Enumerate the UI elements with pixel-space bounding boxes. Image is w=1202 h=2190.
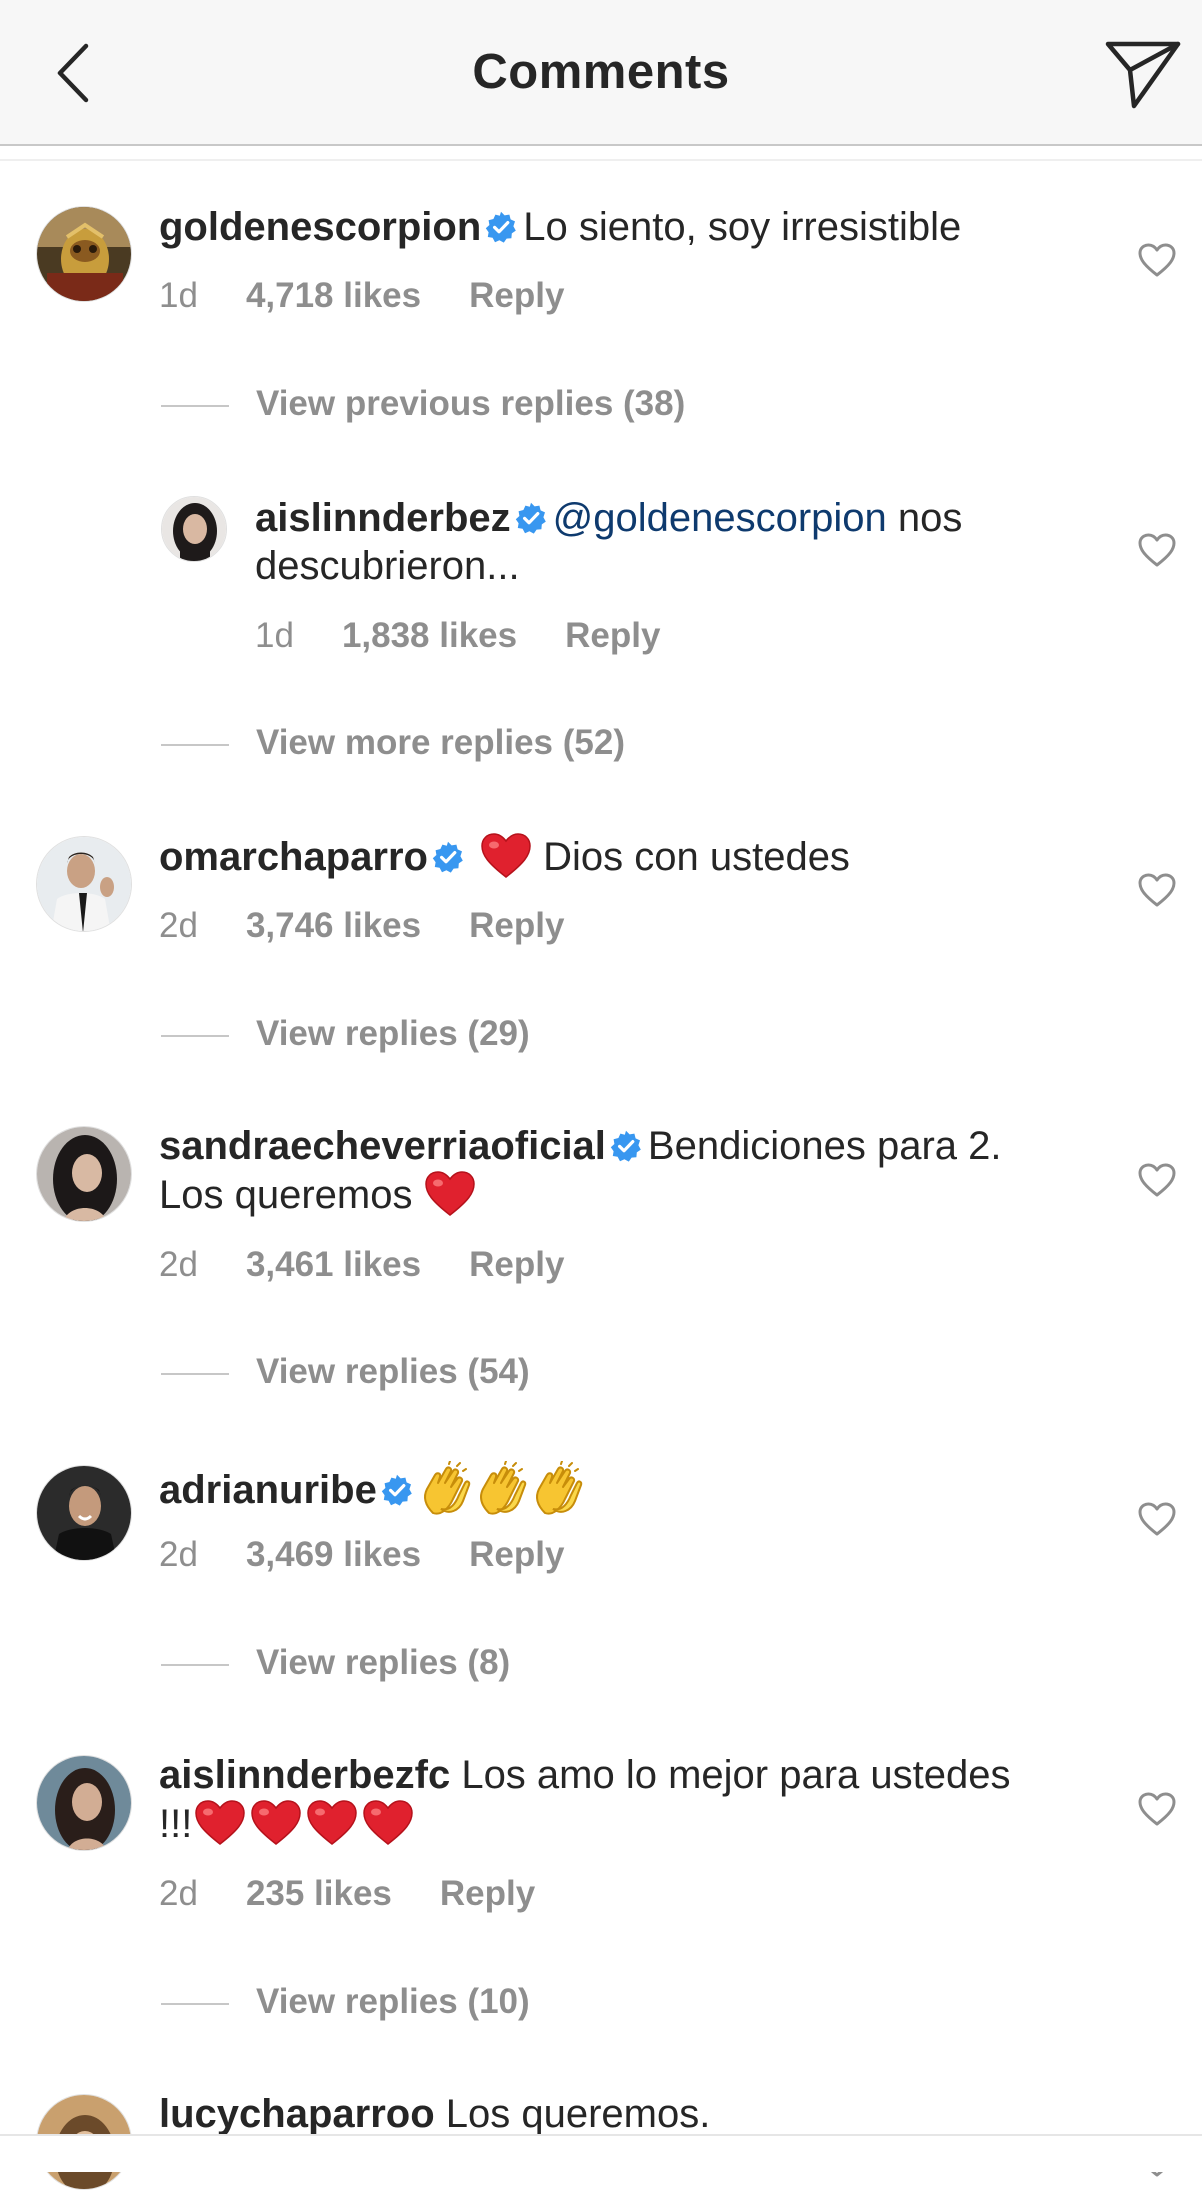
verified-badge-icon [610, 1130, 642, 1162]
replies-divider [161, 405, 229, 407]
reply-button[interactable]: Reply [440, 1874, 535, 1913]
comment-body: aislinnderbezfc Los amo lo mejor para us… [159, 1751, 1119, 1848]
bottom-edge [0, 2134, 1202, 2172]
comment-body: lucychaparroo Los queremos. [159, 2090, 1119, 2138]
replies-divider [161, 744, 229, 746]
comment-meta: 2d 3,461 likes Reply [159, 1245, 612, 1285]
avatar[interactable] [36, 1126, 132, 1222]
comment-username[interactable]: aislinnderbez [255, 496, 511, 540]
red-heart-emoji [360, 1799, 416, 1847]
reply-button[interactable]: Reply [469, 1535, 564, 1574]
comment-time: 2d [159, 1874, 198, 1913]
mention-link[interactable]: @goldenescorpion [553, 496, 887, 540]
comment-text-continued: Los queremos [159, 1173, 424, 1217]
comment-likes[interactable]: 3,746 likes [246, 906, 421, 945]
clapping-hands-emoji [531, 1461, 587, 1517]
comment-body: sandraecheverriaoficial Bendiciones para … [159, 1122, 1119, 1219]
reply-body: aislinnderbez @goldenescorpion nos descub… [255, 494, 1115, 590]
heart-outline-icon[interactable] [1137, 1162, 1177, 1198]
comment-text-continued: descubrieron... [255, 544, 520, 588]
view-previous-replies-link[interactable]: View previous replies (38) [256, 384, 685, 424]
red-heart-emoji [424, 1170, 476, 1218]
verified-badge-icon [381, 1474, 413, 1506]
clapping-hands-emoji [475, 1461, 531, 1517]
paper-plane-icon[interactable] [1104, 38, 1182, 110]
reply-button[interactable]: Reply [469, 906, 564, 945]
avatar[interactable] [161, 496, 227, 562]
view-replies-link[interactable]: View replies (54) [256, 1352, 530, 1392]
comment-username[interactable]: lucychaparroo [159, 2092, 435, 2136]
verified-badge-icon [485, 211, 517, 243]
reply-button[interactable]: Reply [565, 616, 660, 655]
comment-body: omarchaparro Dios con ustedes [159, 832, 1119, 881]
reply-button[interactable]: Reply [469, 1245, 564, 1284]
view-replies-link[interactable]: View replies (29) [256, 1014, 530, 1054]
heart-outline-icon[interactable] [1137, 1501, 1177, 1537]
comment-likes[interactable]: 3,461 likes [246, 1245, 421, 1284]
red-heart-emoji [304, 1799, 360, 1847]
heart-outline-icon[interactable] [1137, 1791, 1177, 1827]
comment-time: 1d [159, 276, 198, 315]
comment-username[interactable]: aislinnderbezfc [159, 1753, 450, 1797]
comment-body: goldenescorpion Lo siento, soy irresistib… [159, 203, 1119, 251]
view-replies-link[interactable]: View replies (8) [256, 1643, 510, 1683]
red-heart-emoji [192, 1799, 248, 1847]
comment-time: 2d [159, 1245, 198, 1284]
comment-meta: 2d 3,469 likes Reply [159, 1535, 612, 1575]
comment-text: Lo siento, soy irresistible [523, 205, 962, 249]
comment-username[interactable]: goldenescorpion [159, 205, 481, 249]
page-title: Comments [472, 45, 730, 99]
comment-meta: 2d 235 likes Reply [159, 1874, 583, 1914]
comment-meta: 1d 1,838 likes Reply [255, 616, 708, 656]
comment-text: Dios con ustedes [531, 835, 850, 879]
heart-outline-icon[interactable] [1137, 872, 1177, 908]
comment-text: Bendiciones para 2. [647, 1124, 1002, 1168]
comment-time: 2d [159, 1535, 198, 1574]
comment-likes[interactable]: 4,718 likes [246, 276, 421, 315]
comment-username[interactable]: sandraecheverriaoficial [159, 1124, 606, 1168]
comment-username[interactable]: omarchaparro [159, 835, 428, 879]
comment-time: 2d [159, 906, 198, 945]
replies-divider [161, 2003, 229, 2005]
avatar[interactable] [36, 1755, 132, 1851]
avatar[interactable] [36, 836, 132, 932]
comment-text: Los queremos. [434, 2092, 711, 2136]
comment-text: nos [886, 496, 963, 540]
comment-meta: 1d 4,718 likes Reply [159, 276, 612, 316]
view-replies-link[interactable]: View replies (10) [256, 1982, 530, 2022]
red-heart-emoji [480, 832, 532, 880]
divider [0, 159, 1202, 161]
comment-text: Los amo lo mejor para ustedes [450, 1753, 1011, 1797]
heart-outline-icon[interactable] [1137, 242, 1177, 278]
replies-divider [161, 1373, 229, 1375]
replies-divider [161, 1664, 229, 1666]
comment-likes[interactable]: 1,838 likes [342, 616, 517, 655]
comment-time: 1d [255, 616, 294, 655]
view-more-replies-link[interactable]: View more replies (52) [256, 723, 625, 763]
verified-badge-icon [432, 841, 464, 873]
avatar[interactable] [36, 1465, 132, 1561]
top-bar: Comments [0, 0, 1202, 146]
comment-username[interactable]: adrianuribe [159, 1468, 377, 1512]
comment-likes[interactable]: 3,469 likes [246, 1535, 421, 1574]
comment-likes[interactable]: 235 likes [246, 1874, 392, 1913]
comment-text-continued: !!! [159, 1802, 193, 1846]
avatar[interactable] [36, 206, 132, 302]
comment-body: adrianuribe [159, 1461, 1119, 1517]
heart-outline-icon[interactable] [1137, 532, 1177, 568]
red-heart-emoji [248, 1799, 304, 1847]
replies-divider [161, 1035, 229, 1037]
comment-meta: 2d 3,746 likes Reply [159, 906, 612, 946]
reply-button[interactable]: Reply [469, 276, 564, 315]
clapping-hands-emoji [419, 1461, 475, 1517]
verified-badge-icon [515, 502, 547, 534]
